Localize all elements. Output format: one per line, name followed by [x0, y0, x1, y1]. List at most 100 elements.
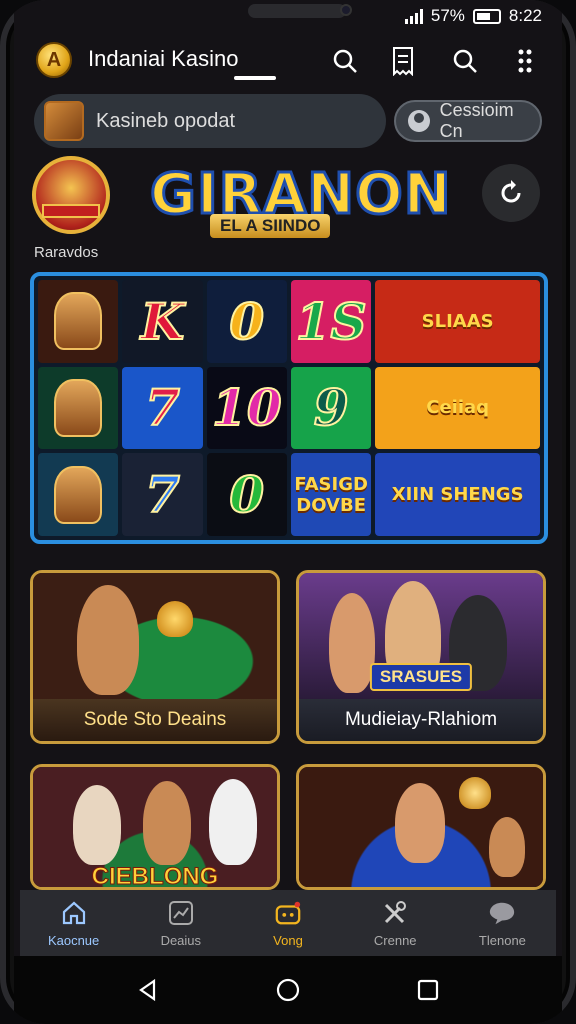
slot-symbol: 10 — [211, 377, 283, 438]
badge-label: Raravdos — [34, 244, 99, 261]
slot-symbol: 0 — [228, 464, 265, 525]
slot-tile[interactable]: 0 — [206, 453, 287, 536]
nav-item-tools[interactable]: Crenne — [342, 890, 449, 956]
chart-icon — [167, 899, 195, 927]
slot-symbol: 0 — [228, 291, 265, 352]
game-thumbnail: SRASUES — [299, 573, 543, 699]
slot-tile[interactable] — [38, 453, 119, 536]
status-bar: 57% 8:22 — [14, 0, 562, 30]
back-icon[interactable] — [134, 976, 162, 1004]
recents-icon[interactable] — [414, 976, 442, 1004]
slot-tile[interactable]: 7 — [122, 453, 203, 536]
trophy-icon — [459, 777, 491, 809]
login-button[interactable]: Cessioim Cn — [394, 100, 542, 142]
search-icon[interactable] — [328, 44, 362, 78]
game-title: Sode Sto Deains — [33, 699, 277, 741]
receipt-icon[interactable] — [386, 44, 420, 78]
slot-tile[interactable]: FASIGD DOVBE — [291, 453, 372, 536]
slot-tile[interactable]: 10 — [206, 366, 287, 450]
player-figure — [143, 781, 191, 865]
game-thumbnail — [33, 573, 277, 699]
home-button-icon[interactable] — [274, 976, 302, 1004]
refresh-button[interactable] — [482, 164, 540, 222]
battery-percent: 57% — [430, 6, 465, 25]
nav-item-chat[interactable]: Tlenone — [449, 890, 556, 956]
home-icon — [60, 899, 88, 927]
game-card[interactable]: SRASUES Mudieiay-Rlahiom — [296, 570, 546, 744]
notch — [248, 4, 346, 18]
slot-tile[interactable]: SLIAAS — [375, 280, 540, 363]
login-label: Cessioim Cn — [439, 100, 514, 141]
search-bar[interactable]: Kasineb opodat — [34, 94, 386, 148]
screen: 57% 8:22 A Indaniai Kasino Kasineb opoda… — [14, 0, 562, 1024]
bottom-nav: Kaocnue Deaius Vong Crenne Tlenone — [20, 890, 556, 956]
status-indicators: 57% 8:22 — [404, 6, 542, 26]
game-overlay-text: SRASUES — [369, 663, 473, 691]
signal-icon — [404, 8, 423, 24]
slot-tile[interactable]: XIIN SHENGS — [375, 453, 540, 536]
nav-item-wallet[interactable]: Vong — [234, 890, 341, 956]
slot-tile[interactable]: 0 — [206, 280, 287, 363]
more-icon[interactable] — [508, 44, 542, 78]
game-card[interactable]: CIEBLONG — [30, 764, 280, 890]
clock: 8:22 — [508, 6, 542, 25]
app-header: A Indaniai Kasino — [14, 34, 562, 90]
app-title: Indaniai Kasino — [88, 46, 239, 71]
nav-label: Kaocnue — [47, 932, 100, 948]
player-figure — [395, 783, 445, 863]
slot-tile[interactable]: Ceiiaq — [375, 366, 540, 450]
slot-character-art — [54, 379, 103, 437]
title-underline — [234, 76, 276, 80]
user-icon — [408, 110, 430, 132]
search-icon-secondary[interactable] — [448, 44, 482, 78]
tools-icon — [381, 899, 409, 927]
nav-label: Crenne — [373, 932, 417, 948]
slot-symbol: 1S — [295, 291, 368, 352]
slot-tile[interactable] — [38, 280, 119, 363]
slot-tile[interactable] — [38, 366, 119, 450]
slot-character-art — [54, 292, 103, 351]
game-thumbnail: CIEBLONG — [33, 767, 277, 890]
player-figure — [77, 585, 139, 695]
battery-icon — [472, 8, 501, 24]
game-thumbnail — [299, 767, 543, 887]
player-figure — [209, 779, 257, 865]
game-card[interactable] — [296, 764, 546, 890]
nav-label: Deaius — [160, 932, 202, 948]
slot-symbol: 7 — [144, 464, 181, 525]
slot-tile[interactable]: 9 — [291, 366, 372, 450]
avatar — [44, 101, 84, 141]
phone-frame: 57% 8:22 A Indaniai Kasino Kasineb opoda… — [0, 0, 576, 1024]
slot-symbol: 7 — [144, 377, 181, 438]
nav-item-details[interactable]: Deaius — [127, 890, 234, 956]
game-title: Mudieiay-Rlahiom — [299, 699, 543, 741]
slot-games-grid: K 0 1S SLIAAS 7 10 9 Ceiiaq 7 0 FASIGD DOVBE XIIN S… — [30, 272, 548, 544]
logo-icon[interactable]: A — [36, 42, 72, 78]
nav-label: Tlenone — [478, 932, 526, 948]
refresh-icon — [501, 180, 521, 203]
chat-icon — [488, 899, 516, 927]
badge-ribbon — [42, 204, 100, 218]
slot-tile[interactable]: K — [122, 280, 203, 363]
player-figure — [489, 817, 525, 877]
slot-tile[interactable]: 7 — [122, 366, 203, 450]
slot-game-title: SLIAAS — [421, 310, 494, 332]
system-nav-bar — [14, 956, 562, 1024]
promo-badge[interactable] — [32, 156, 110, 234]
coin-icon — [157, 601, 193, 637]
slot-tile[interactable]: 1S — [291, 280, 372, 363]
slot-game-title: FASIGD DOVBE — [294, 473, 368, 516]
slot-game-title: XIIN SHENGS — [391, 484, 524, 506]
slot-character-art — [54, 465, 103, 524]
game-card[interactable]: Sode Sto Deains — [30, 570, 280, 744]
nav-item-home[interactable]: Kaocnue — [20, 890, 127, 956]
camera-icon — [340, 4, 352, 16]
slot-symbol: K — [140, 291, 185, 352]
nav-label: Vong — [273, 932, 303, 948]
slot-symbol: 9 — [313, 377, 350, 438]
banner-subtitle: EL A SIINDO — [210, 214, 331, 238]
player-figure — [329, 593, 375, 693]
wallet-icon — [274, 899, 302, 927]
game-overlay-text: CIEBLONG — [91, 863, 219, 890]
slot-game-title: Ceiiaq — [426, 397, 490, 419]
